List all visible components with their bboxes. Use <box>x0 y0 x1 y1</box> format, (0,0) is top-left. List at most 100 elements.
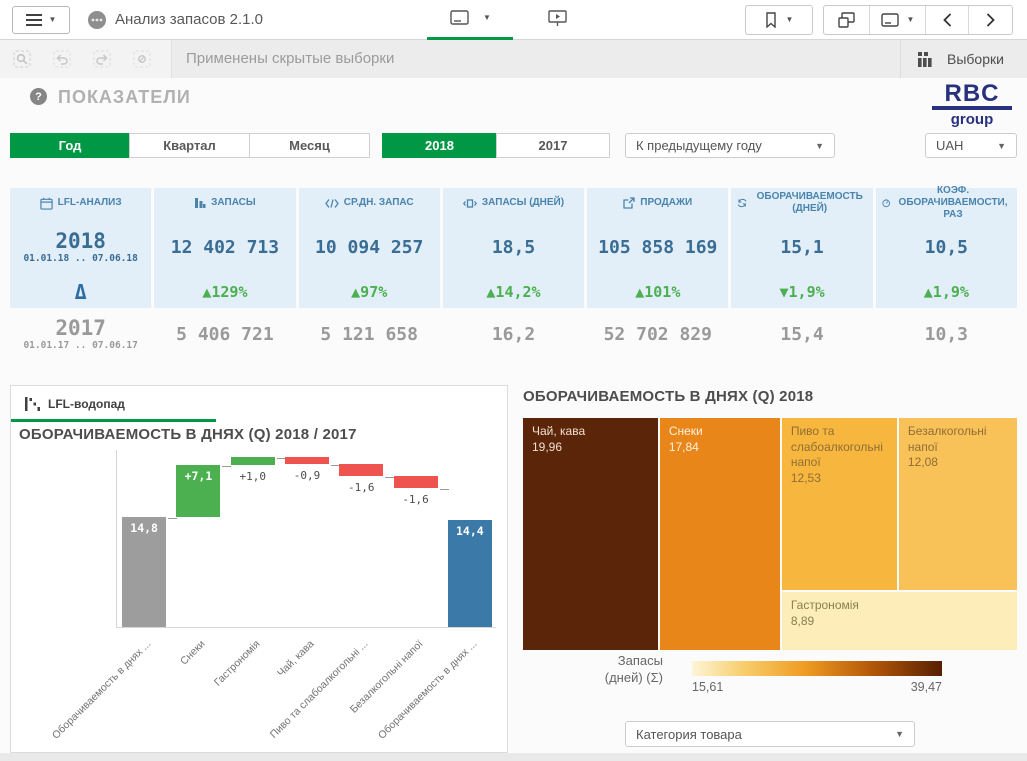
chevron-down-icon: ▼ <box>895 729 904 739</box>
external-link-icon <box>623 197 635 209</box>
code-icon <box>325 198 339 209</box>
treemap-block-value: 19,96 <box>532 440 649 456</box>
treemap-block-value: 12,53 <box>791 471 888 487</box>
legend-label: Запасы (дней) (Σ) <box>515 653 663 687</box>
refresh-icon <box>737 197 747 209</box>
waterfall-bar[interactable] <box>285 457 329 464</box>
waterfall-connector <box>222 466 231 467</box>
selections-label: Выборки <box>947 51 1004 67</box>
kpi-column-lfl: LFL-АНАЛИЗ 2018 01.01.18 .. 07.06.18 Δ 2… <box>10 188 151 360</box>
kpi-column-sales: ПРОДАЖИ 105 858 169 ▲101% 52 702 829 <box>587 188 728 360</box>
treemap-block[interactable]: Безалкогольні напої12,08 <box>899 418 1017 590</box>
bar-value-label: -0,9 <box>280 469 334 482</box>
waterfall-bar[interactable] <box>339 464 383 476</box>
treemap-block[interactable]: Пиво та слабоалкогольні напої12,53 <box>782 418 897 590</box>
hidden-selections-message: Применены скрытые выборки <box>186 40 394 78</box>
help-icon[interactable]: ? <box>30 88 47 105</box>
legend-gradient-bar <box>692 661 942 676</box>
bottom-scrollbar-track[interactable] <box>0 753 1027 761</box>
waterfall-bar[interactable]: 14,8 <box>122 517 166 627</box>
chevron-down-icon: ▼ <box>786 16 794 24</box>
waterfall-x-label: Оборачиваемость в днях ... <box>358 638 480 760</box>
bar-chart-icon <box>194 197 206 209</box>
waterfall-connector <box>440 489 449 490</box>
waterfall-bar[interactable]: 14,4 <box>448 520 492 627</box>
category-dropdown[interactable]: Категория товара ▼ <box>625 721 915 747</box>
active-tab-underline <box>11 419 216 422</box>
sheet-selector-button[interactable]: ▼ <box>450 10 491 26</box>
duplicate-sheet-button[interactable] <box>824 6 870 34</box>
treemap-block-name: Пиво та слабоалкогольні напої <box>791 424 888 471</box>
dashboard-sheet: ? ПОКАЗАТЕЛИ RBC group Год Квартал Месяц… <box>0 78 1027 761</box>
selections-toolbar: Применены скрытые выборки Выборки <box>0 40 1027 78</box>
previous-sheet-button[interactable] <box>926 6 969 34</box>
clear-selections-button[interactable] <box>128 47 156 71</box>
main-menu-button[interactable]: ▼ <box>12 6 70 34</box>
chevron-down-icon: ▼ <box>815 141 824 151</box>
chevron-right-icon <box>986 13 995 27</box>
kpi-column-turnover-days: ОБОРАЧИВАЕМОСТЬ (ДНЕЙ) 15,1 ▼1,9% 15,4 <box>731 188 872 360</box>
waterfall-x-label: Гастрономія <box>141 638 263 760</box>
kpi-range-2017: 01.01.17 .. 07.06.17 <box>23 340 137 351</box>
kpi-year-2017: 2017 <box>55 317 106 339</box>
treemap-block-value: 8,89 <box>791 614 1008 630</box>
kpi-column-stock-days: ЗАПАСЫ (ДНЕЙ) 18,5 ▲14,2% 16,2 <box>443 188 584 360</box>
filter-period-year[interactable]: Год <box>10 133 130 158</box>
treemap-block-name: Безалкогольні напої <box>908 424 1008 455</box>
sheet-icon <box>881 13 899 28</box>
waterfall-bar[interactable] <box>394 476 438 488</box>
waterfall-plot: 14,8+7,1+1,0-0,9-1,6-1,614,4 <box>116 450 496 628</box>
kpi-column-stock: ЗАПАСЫ 12 402 713 ▲129% 5 406 721 <box>154 188 295 360</box>
smart-search-button[interactable] <box>8 47 36 71</box>
chevron-left-icon <box>943 13 952 27</box>
bar-value-label: +1,0 <box>226 470 280 483</box>
treemap-block[interactable]: Чай, кава19,96 <box>523 418 658 650</box>
chevron-down-icon: ▼ <box>907 16 915 24</box>
rbc-group-logo: RBC group <box>932 81 1012 128</box>
presentation-mode-button[interactable] <box>548 10 567 27</box>
sheet-options-button[interactable]: ▼ <box>870 6 926 34</box>
chevron-down-icon: ▼ <box>49 16 57 24</box>
filter-period-quarter[interactable]: Квартал <box>129 133 250 158</box>
selections-grid-icon <box>917 52 933 67</box>
treemap-block-value: 12,08 <box>908 455 1008 471</box>
gauge-icon <box>882 197 890 209</box>
treemap-block[interactable]: Снеки17,84 <box>660 418 780 650</box>
days-range-icon <box>463 198 477 209</box>
tab-lfl-waterfall[interactable]: LFL-водопад <box>11 386 125 422</box>
filter-year-2017[interactable]: 2017 <box>496 133 610 158</box>
delta-symbol: Δ <box>75 280 87 304</box>
waterfall-x-labels: Оборачиваемость в днях ...СнекиГастроном… <box>116 634 496 752</box>
filter-period-month[interactable]: Месяц <box>249 133 370 158</box>
kpi-year-2018: 2018 <box>55 230 106 252</box>
redo-selection-button[interactable] <box>88 47 116 71</box>
waterfall-x-label: Пиво та слабоалкогольні ... <box>249 638 371 760</box>
treemap-block[interactable]: Гастрономія8,89 <box>782 592 1017 650</box>
treemap-title: ОБОРАЧИВАЕМОСТЬ В ДНЯХ (Q) 2018 <box>523 388 813 405</box>
next-sheet-button[interactable] <box>969 6 1012 34</box>
filter-year-2018[interactable]: 2018 <box>382 133 497 158</box>
bookmarks-button[interactable]: ▼ <box>745 5 813 35</box>
compare-mode-dropdown[interactable]: К предыдущему году ▼ <box>625 133 835 158</box>
waterfall-bar[interactable] <box>231 457 275 464</box>
kpi-column-turnover-ratio: КОЭФ. ОБОРАЧИВАЕМОСТИ, РАЗ 10,5 ▲1,9% 10… <box>876 188 1017 360</box>
kpi-range-2018: 01.01.18 .. 07.06.18 <box>23 253 137 264</box>
chevron-down-icon: ▼ <box>483 14 491 22</box>
selections-panel-button[interactable]: Выборки <box>900 40 1027 78</box>
waterfall-title: ОБОРАЧИВАЕМОСТЬ В ДНЯХ (Q) 2018 / 2017 <box>19 426 357 443</box>
treemap-card: ОБОРАЧИВАЕМОСТЬ В ДНЯХ (Q) 2018 Чай, кав… <box>515 385 1017 753</box>
waterfall-bar[interactable]: +7,1 <box>176 465 220 518</box>
app-logo-icon <box>88 11 106 29</box>
redo-icon <box>93 50 111 68</box>
undo-selection-button[interactable] <box>48 47 76 71</box>
currency-dropdown[interactable]: UAH ▼ <box>925 133 1017 158</box>
undo-icon <box>53 50 71 68</box>
bar-value-label: 14,8 <box>122 521 166 535</box>
treemap: Чай, кава19,96Снеки17,84Пиво та слабоалк… <box>523 418 1017 650</box>
treemap-block-name: Снеки <box>669 424 771 440</box>
legend-min-value: 15,61 <box>692 680 723 694</box>
sheet-icon <box>450 10 469 26</box>
presentation-icon <box>548 10 567 27</box>
calendar-icon <box>40 197 53 210</box>
bar-value-label: 14,4 <box>448 524 492 538</box>
